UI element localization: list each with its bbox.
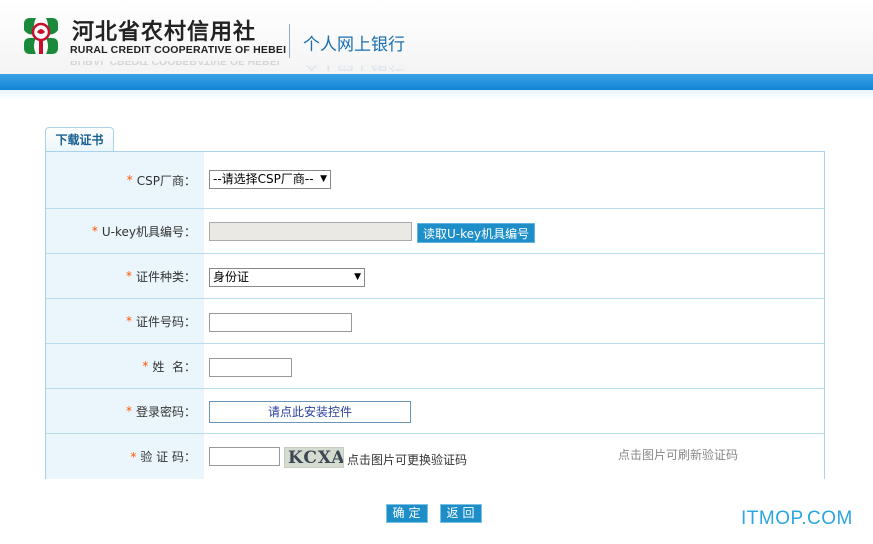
watermark: ITMOP.COM [741, 508, 853, 529]
cert-number-label-text: 证件号码： [135, 314, 196, 329]
name-label: * 姓 名： [46, 344, 204, 388]
captcha-image[interactable]: KCXA [284, 447, 344, 468]
confirm-button[interactable]: 确定 [386, 504, 428, 523]
certificate-form: * CSP厂商： --请选择CSP厂商-- ▼ * U-key机具编号： 读取U… [45, 151, 825, 479]
cert-type-select-value: 身份证 [213, 270, 250, 284]
captcha-note: 点击图片可刷新验证码 [618, 448, 739, 462]
form-row-cert-number: * 证件号码： [46, 299, 824, 344]
captcha-image-text: KCXA [288, 448, 344, 468]
csp-label: * CSP厂商： [46, 152, 204, 208]
csp-label-text: CSP厂商： [136, 173, 196, 188]
captcha-label-text: 验 证 码： [140, 450, 196, 464]
ukey-label-text: U-key机具编号： [101, 224, 196, 239]
required-mark: * [126, 173, 133, 187]
header-blue-bar [0, 74, 873, 90]
bank-name-en: RURAL CREDIT COOPERATIVE OF HEBEI [70, 44, 287, 56]
form-row-name: * 姓 名： [46, 344, 824, 389]
cert-type-label: * 证件种类： [46, 254, 204, 298]
required-mark: * [91, 224, 98, 238]
header-subtitle: 个人网上银行 [303, 35, 405, 55]
password-label-text: 登录密码： [135, 404, 196, 419]
csp-select-value: --请选择CSP厂商-- [213, 172, 314, 186]
required-mark: * [125, 314, 132, 328]
form-row-cert-type: * 证件种类： 身份证 ▼ [46, 254, 824, 299]
chevron-down-icon: ▼ [320, 174, 327, 184]
password-label: * 登录密码： [46, 389, 204, 433]
cert-number-label: * 证件号码： [46, 299, 204, 343]
header-divider [289, 24, 290, 58]
name-label-text: 姓 名： [152, 359, 196, 374]
form-row-password: * 登录密码： 请点此安装控件 [46, 389, 824, 434]
cert-number-input[interactable] [209, 313, 352, 332]
bank-name-en-reflection: RURAL CREDIT COOPERATIVE OF HEBEI [70, 55, 280, 67]
required-mark: * [125, 269, 132, 283]
install-control-link[interactable]: 请点此安装控件 [209, 401, 411, 423]
captcha-label: * 验 证 码： [46, 434, 204, 479]
ukey-number-input[interactable] [209, 222, 412, 241]
captcha-refresh-hint[interactable]: 点击图片可更换验证码 [347, 451, 467, 468]
form-row-ukey: * U-key机具编号： 读取U-key机具编号 [46, 209, 824, 254]
required-mark: * [125, 404, 132, 418]
form-row-csp: * CSP厂商： --请选择CSP厂商-- ▼ [46, 152, 824, 209]
tab-download-certificate[interactable]: 下载证书 [45, 127, 114, 152]
cert-type-select[interactable]: 身份证 ▼ [209, 268, 365, 287]
cert-type-label-text: 证件种类： [135, 269, 196, 284]
header: 河北省农村信用社 RURAL CREDIT COOPERATIVE OF HEB… [0, 0, 873, 74]
header-bar-shadow [0, 90, 873, 100]
rural-credit-logo-icon [24, 18, 58, 54]
form-row-captcha: * 验 证 码： KCXA 点击图片可更换验证码 点击图片可刷新验证码 [46, 434, 824, 479]
captcha-input[interactable] [209, 447, 280, 466]
required-mark: * [142, 359, 149, 373]
name-input[interactable] [209, 358, 292, 377]
bank-name-cn: 河北省农村信用社 [72, 20, 257, 45]
required-mark: * [130, 449, 137, 464]
read-ukey-button[interactable]: 读取U-key机具编号 [417, 223, 536, 243]
csp-select[interactable]: --请选择CSP厂商-- ▼ [209, 170, 331, 189]
ukey-label: * U-key机具编号： [46, 209, 204, 253]
chevron-down-icon: ▼ [354, 272, 361, 282]
back-button[interactable]: 返回 [440, 504, 482, 523]
